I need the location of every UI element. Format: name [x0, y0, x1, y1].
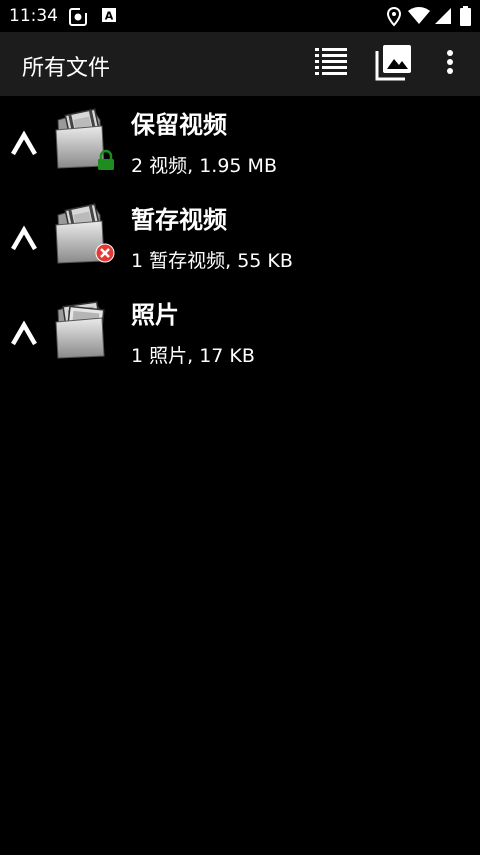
page-title: 所有文件 [22, 56, 111, 81]
folder-info: 2 视频, 1.95 MB [131, 155, 277, 177]
list-item-photos[interactable]: 照片 1 照片, 17 KB [0, 286, 480, 381]
folder-name: 暂存视频 [131, 206, 227, 234]
photo-folder-icon [52, 296, 120, 362]
folder-info: 1 暂存视频, 55 KB [131, 250, 293, 272]
status-time: 11:34 [9, 6, 58, 26]
wifi-icon [408, 7, 430, 29]
delete-badge-icon [95, 243, 115, 267]
location-icon [386, 6, 402, 31]
gallery-button[interactable] [374, 44, 414, 84]
more-vert-icon [446, 49, 454, 79]
lock-badge-icon [96, 149, 116, 175]
chevron-up-icon[interactable] [10, 130, 38, 158]
folder-list: 保留视频 2 视频, 1.95 MB 暂存视频 1 暂存视频, 55 KB 照片… [0, 96, 480, 381]
list-view-icon [314, 45, 348, 83]
chevron-up-icon[interactable] [10, 225, 38, 253]
folder-name: 照片 [131, 301, 179, 329]
list-view-button[interactable] [311, 44, 351, 84]
app-bar: 所有文件 [0, 32, 480, 96]
screenshot-icon [68, 7, 88, 31]
folder-name: 保留视频 [131, 111, 227, 139]
battery-icon [460, 6, 471, 30]
list-item-temp-videos[interactable]: 暂存视频 1 暂存视频, 55 KB [0, 191, 480, 286]
text-a-icon: A [101, 7, 117, 27]
signal-icon [434, 7, 452, 29]
svg-text:A: A [105, 10, 114, 23]
gallery-icon [375, 43, 413, 85]
more-options-button[interactable] [430, 44, 470, 84]
folder-info: 1 照片, 17 KB [131, 345, 255, 367]
status-bar: 11:34 A [0, 0, 480, 32]
list-item-saved-videos[interactable]: 保留视频 2 视频, 1.95 MB [0, 96, 480, 191]
chevron-up-icon[interactable] [10, 320, 38, 348]
